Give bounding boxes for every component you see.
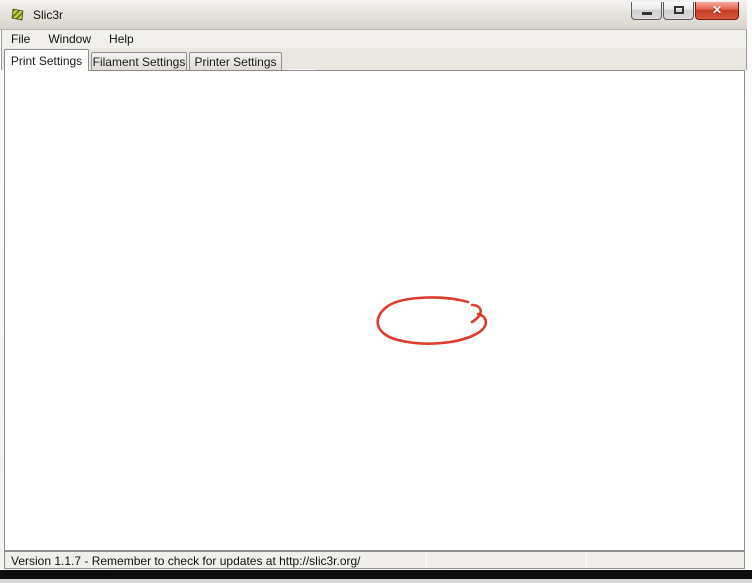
menu-file[interactable]: File (2, 31, 39, 47)
menu-window[interactable]: Window (39, 31, 100, 47)
menu-bar: File Window Help (1, 30, 747, 48)
status-separator (586, 553, 587, 568)
close-icon: ✕ (696, 3, 738, 17)
print-settings-panel (4, 70, 745, 551)
tab-printer-settings[interactable]: Printer Settings (189, 52, 282, 70)
title-bar[interactable]: Slic3r ✕ (0, 0, 747, 30)
maximize-icon (674, 6, 684, 14)
maximize-button[interactable] (663, 2, 694, 20)
status-text: Version 1.1.7 - Remember to check for up… (11, 554, 361, 568)
tab-filament-settings[interactable]: Filament Settings (91, 52, 187, 70)
bottom-light-strip (0, 579, 752, 583)
menu-help[interactable]: Help (100, 31, 143, 47)
tab-print-settings[interactable]: Print Settings (4, 49, 89, 71)
minimize-icon (642, 12, 652, 15)
status-separator (426, 553, 427, 568)
window-title: Slic3r (33, 8, 63, 22)
close-button[interactable]: ✕ (695, 2, 739, 20)
minimize-button[interactable] (631, 2, 662, 20)
screen: Slic3r ✕ File Window Help Print Settings… (0, 0, 752, 583)
bottom-dark-strip (0, 570, 752, 579)
status-bar: Version 1.1.7 - Remember to check for up… (4, 551, 745, 569)
slic3r-logo-icon (10, 7, 26, 23)
